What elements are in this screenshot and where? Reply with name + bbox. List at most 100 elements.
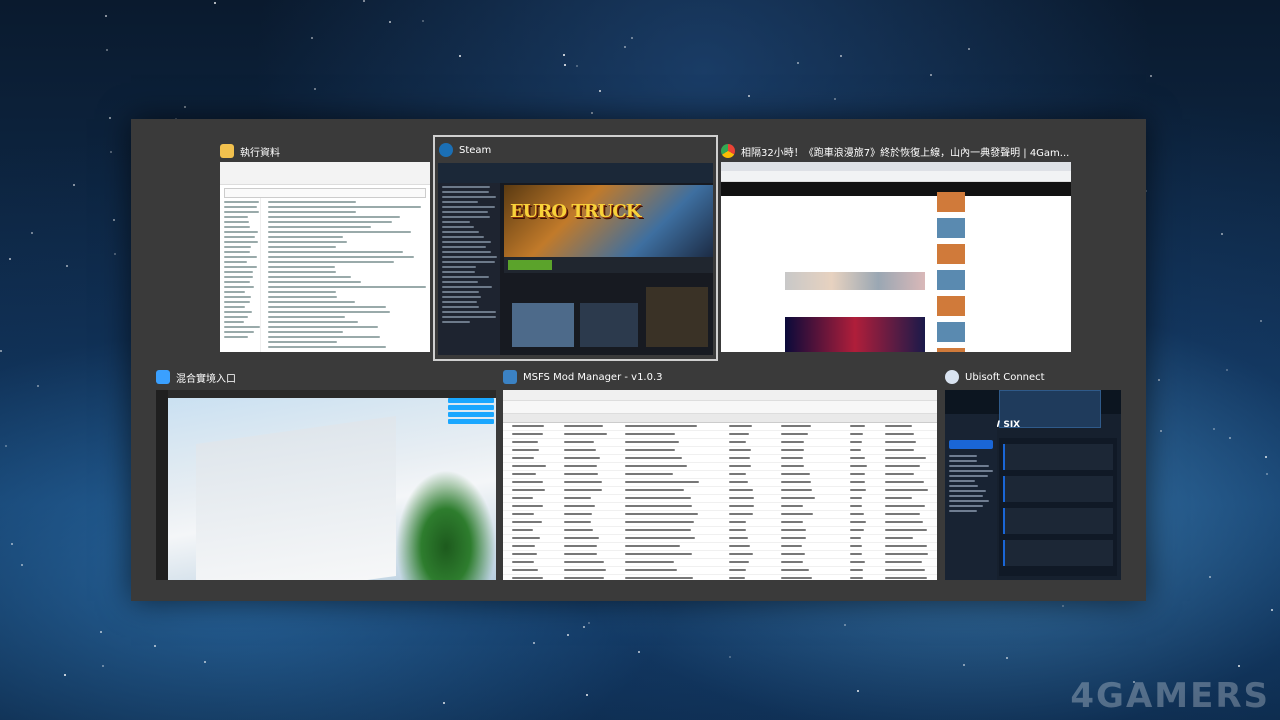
cell-text [850,561,865,563]
star [1259,319,1262,322]
cell-text [563,521,592,523]
star [583,626,586,629]
window-card-steam[interactable]: Steam EURO TRUCK [433,135,718,361]
file-list [264,198,430,352]
table-row [503,503,937,511]
cell-text [624,505,693,507]
cell-text [884,481,924,483]
cell-text [563,489,603,491]
cell-text [563,529,594,531]
cell-text [884,521,923,523]
cell-text [563,481,603,483]
cell-text [780,457,803,459]
cell-text [884,449,914,451]
window-card-ubisoft[interactable]: Ubisoft Connect RAINBOW SIX [945,366,1121,580]
cell-text [624,577,694,579]
star [313,87,316,90]
text-line [224,216,248,218]
star [1208,576,1211,579]
cell-text [728,505,754,507]
cell-text [850,529,864,531]
cell-text [780,505,803,507]
cell-text [511,513,535,515]
cell-text [624,545,680,547]
star [575,64,578,67]
star [114,253,117,256]
cell-text [850,465,867,467]
text-line [949,500,989,502]
star [1271,609,1274,612]
cell-text [850,505,863,507]
star [10,543,13,545]
cell-text [780,441,804,443]
text-line [224,321,245,323]
text-line [268,241,347,243]
text-line [224,331,254,333]
cell-text [563,497,592,499]
text-line [442,271,475,273]
text-line [268,301,356,303]
cell-text [563,577,604,579]
cell-text [780,553,805,555]
text-line [442,256,497,258]
window-card-msfs[interactable]: MSFS Mod Manager - v1.0.3 [503,366,937,580]
window-thumbnail: EURO TRUCK [438,163,713,355]
cell-text [850,569,864,571]
cell-text [884,529,927,531]
text-line [224,326,260,328]
text-line [268,226,371,228]
table-row [503,455,937,463]
star [748,94,751,97]
text-line [442,191,490,193]
star [588,621,591,624]
cell-text [511,449,540,451]
cell-text [624,481,699,483]
window-title-bar: Steam [439,139,491,161]
star [624,46,627,49]
star [585,694,588,697]
window-card-browser[interactable]: 相隔32小時！《跑車浪漫旅7》終於恢復上線，山內一典發聲明 | 4Gam... [721,140,1071,354]
cell-text [728,457,750,459]
text-line [268,291,336,293]
cell-text [884,505,925,507]
cell-text [511,577,544,579]
cell-text [780,473,811,475]
text-line [224,201,260,203]
table-row [503,439,937,447]
table-row [503,511,937,519]
table-row [503,431,937,439]
star [110,151,113,154]
cell-text [511,473,536,475]
table-row [503,487,937,495]
text-line [442,316,497,318]
cell-text [563,505,595,507]
window-card-mixed-reality[interactable]: 混合實境入口 [156,366,496,580]
star [0,349,3,352]
cell-text [884,473,915,475]
cell-text [624,465,688,467]
star [963,663,966,666]
cell-text [563,441,595,443]
cell-text [850,537,862,539]
window-card-explorer[interactable]: 執行資料 [220,140,430,354]
text-line [224,271,254,273]
star [1226,369,1229,372]
nav-pane [220,198,261,352]
cell-text [563,425,603,427]
cell-text [884,553,928,555]
star [563,64,566,67]
window-title: 混合實境入口 [176,373,236,385]
text-line [949,455,978,457]
text-line [224,256,257,258]
cell-text [728,433,750,435]
cell-text [624,441,679,443]
star [1220,233,1223,236]
text-line [442,236,484,238]
text-line [268,321,358,323]
text-line [442,211,489,213]
text-line [268,326,378,328]
text-line [442,226,474,228]
cell-text [624,489,684,491]
cell-text [511,425,544,427]
window-thumbnail [721,162,1071,352]
